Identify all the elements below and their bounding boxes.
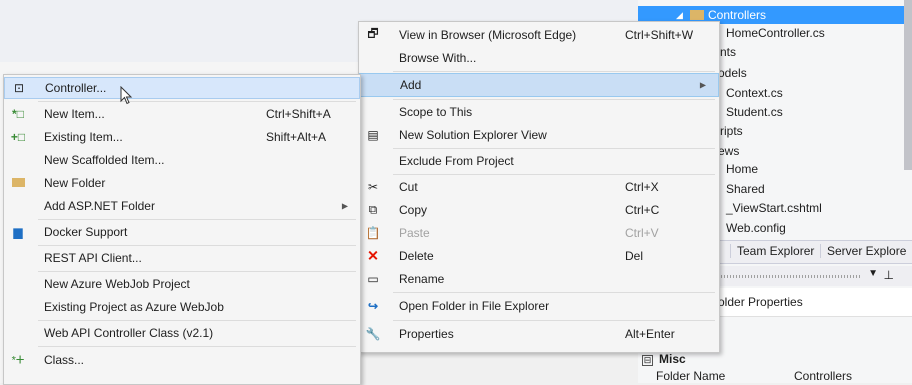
menu-item-docker-support[interactable]: ▆ Docker Support (4, 221, 360, 243)
menu-item-new-scaffolded-item[interactable]: New Scaffolded Item... (4, 149, 360, 171)
menu-item-delete[interactable]: ✕ Delete Del (359, 245, 719, 267)
menu-item-copy[interactable]: ⧉ Copy Ctrl+C (359, 199, 719, 221)
tree-item[interactable]: odels (718, 64, 747, 82)
property-value: Controllers (794, 369, 853, 383)
tree-item[interactable]: ripts (720, 122, 743, 140)
menu-item-exclude-from-project[interactable]: Exclude From Project (359, 150, 719, 172)
context-menu: 🗗 View in Browser (Microsoft Edge) Ctrl+… (358, 21, 720, 353)
menu-item-new-folder[interactable]: New Folder (4, 172, 360, 194)
docker-icon: ▆ (13, 225, 23, 239)
separator (393, 320, 715, 321)
scissors-icon: ✂ (367, 180, 379, 194)
controller-icon: ⊡ (13, 81, 25, 95)
menu-item-new-item[interactable]: *□ New Item... Ctrl+Shift+A (4, 103, 360, 125)
property-row[interactable]: Folder Name Controllers (638, 369, 912, 383)
delete-icon: ✕ (367, 247, 379, 264)
rename-icon: ▭ (367, 272, 379, 286)
new-item-icon: *□ (12, 107, 24, 121)
tree-item[interactable]: Context.cs (726, 84, 783, 102)
menu-item-rest-api-client[interactable]: REST API Client... (4, 247, 360, 269)
tab-server-explorer[interactable]: Server Explore (820, 244, 906, 258)
submenu-arrow-icon: ▶ (699, 80, 706, 90)
separator (393, 71, 715, 72)
pin-icon[interactable]: ⊥ (884, 268, 894, 282)
separator (393, 148, 715, 149)
copy-icon: ⧉ (368, 202, 378, 217)
add-submenu: ⊡ Controller... *□ New Item... Ctrl+Shif… (3, 74, 361, 385)
separator (393, 174, 715, 175)
menu-item-open-folder-in-file-explorer[interactable]: ↪ Open Folder in File Explorer (359, 294, 719, 318)
menu-item-new-azure-webjob-project[interactable]: New Azure WebJob Project (4, 273, 360, 295)
vertical-scrollbar[interactable] (904, 0, 912, 170)
tree-item[interactable]: Student.cs (726, 103, 783, 121)
dropdown-icon[interactable]: ▼ (868, 268, 878, 279)
menu-item-class[interactable]: *ⵜ Class... (4, 348, 360, 372)
collapse-icon[interactable]: ⊟ (642, 355, 653, 366)
category-misc[interactable]: ⊟ Misc (642, 352, 686, 366)
tree-item[interactable]: _ViewStart.cshtml (726, 199, 822, 217)
separator (38, 101, 356, 102)
tree-item[interactable]: Shared (726, 180, 765, 198)
menu-item-view-in-browser[interactable]: 🗗 View in Browser (Microsoft Edge) Ctrl+… (359, 24, 719, 46)
tree-item[interactable]: Home (726, 160, 758, 178)
menu-item-properties[interactable]: 🔧 Properties Alt+Enter (359, 322, 719, 346)
paste-icon: 📋 (365, 226, 381, 240)
properties-title: older Properties (718, 295, 803, 309)
submenu-arrow-icon: ▶ (341, 201, 348, 211)
menu-item-browse-with[interactable]: Browse With... (359, 47, 719, 69)
separator (393, 292, 715, 293)
separator (393, 99, 715, 100)
separator (38, 219, 356, 220)
tree-item[interactable]: nts (720, 43, 736, 61)
menu-item-web-api-controller-class[interactable]: Web API Controller Class (v2.1) (4, 322, 360, 344)
separator (38, 320, 356, 321)
menu-item-cut[interactable]: ✂ Cut Ctrl+X (359, 176, 719, 198)
tree-item[interactable]: Web.config (726, 219, 786, 237)
separator (38, 346, 356, 347)
open-folder-icon: ↪ (367, 299, 379, 313)
menu-item-existing-project-as-azure-webjob[interactable]: Existing Project as Azure WebJob (4, 296, 360, 318)
folder-icon (690, 10, 704, 20)
menu-item-new-solution-explorer-view[interactable]: ▤ New Solution Explorer View (359, 124, 719, 146)
separator (38, 271, 356, 272)
menu-item-add-aspnet-folder[interactable]: Add ASP.NET Folder ▶ (4, 195, 360, 217)
menu-item-rename[interactable]: ▭ Rename (359, 268, 719, 290)
tree-item[interactable]: HomeController.cs (726, 24, 825, 42)
property-name: Folder Name (656, 369, 726, 383)
menu-item-paste[interactable]: 📋 Paste Ctrl+V (359, 222, 719, 244)
existing-item-icon: +□ (10, 130, 26, 144)
tree-item[interactable]: ews (718, 142, 739, 160)
class-icon: *ⵜ (11, 354, 25, 367)
menu-item-existing-item[interactable]: +□ Existing Item... Shift+Alt+A (4, 126, 360, 148)
menu-item-controller[interactable]: ⊡ Controller... (4, 77, 360, 99)
folder-icon (10, 176, 26, 190)
mouse-cursor-icon (120, 86, 133, 105)
solution-explorer-icon: ▤ (367, 128, 379, 142)
menu-item-add[interactable]: Add ▶ (359, 73, 719, 97)
browser-icon: 🗗 (367, 26, 379, 41)
tab-team-explorer[interactable]: Team Explorer (730, 244, 814, 258)
wrench-icon: 🔧 (365, 327, 381, 341)
separator (38, 245, 356, 246)
menu-item-scope-to-this[interactable]: Scope to This (359, 101, 719, 123)
